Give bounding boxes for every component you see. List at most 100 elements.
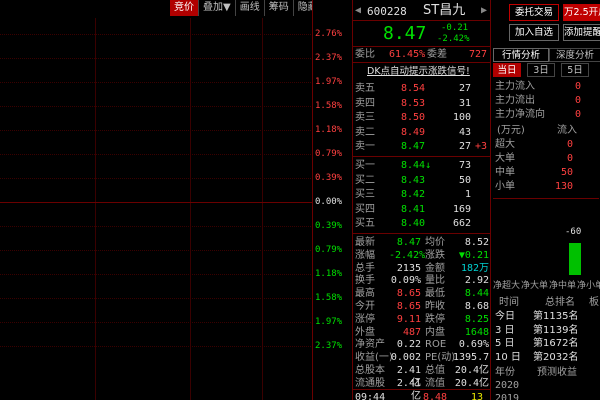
percent-axis: 2.76% 2.37% 1.97% 1.58% 1.18% 0.79% 0.39… <box>312 0 352 400</box>
flow-value: 0 <box>574 95 581 106</box>
stat-value: -2.42% <box>389 249 426 261</box>
subtab-3day[interactable]: 3日 <box>527 63 555 77</box>
toolbar-draw[interactable]: 画线 <box>236 0 265 16</box>
sell-price: 8.50 <box>401 112 426 123</box>
trade-button[interactable]: 委托交易 <box>509 4 559 21</box>
grid-midline <box>0 202 345 203</box>
forecast-year: 2020 <box>495 380 520 391</box>
sell-level-row[interactable]: 卖三 8.50 100 <box>353 111 491 124</box>
stat-label: 流通股 <box>355 377 385 389</box>
stat-value: 0.22 <box>396 339 421 351</box>
next-arrow-icon[interactable]: ▶ <box>481 4 487 17</box>
toolbar-overlay[interactable]: 叠加▼ <box>199 0 236 16</box>
rank-value: 第1139名 <box>533 324 579 336</box>
sell-price: 8.54 <box>401 83 426 94</box>
rank-time: 3 日 <box>495 324 515 336</box>
stat-label: 最新 <box>355 237 375 248</box>
stat-value: 8.52 <box>464 237 489 248</box>
intraday-chart[interactable] <box>0 0 345 400</box>
rank-header: 时间 <box>499 297 519 308</box>
add-watchlist-button[interactable]: 加入自选 <box>509 24 559 41</box>
price-change-pct: -2.42% <box>437 34 470 44</box>
sell-level-row[interactable]: 卖二 8.49 43 <box>353 126 491 139</box>
sell-level-row[interactable]: 卖四 8.53 31 <box>353 97 491 110</box>
wb-label: 委比 <box>355 49 375 60</box>
buy-label: 买一 <box>355 160 375 171</box>
bar-value-label: -60 <box>565 227 582 237</box>
bar-label: 净小单 <box>577 281 600 291</box>
stat-value: 8.47 <box>396 237 421 248</box>
divider <box>352 233 490 234</box>
buy-level-row[interactable]: 买四 8.41 169 <box>353 203 491 216</box>
stat-row: 换手 0.09% 量比 2.92 <box>353 274 491 287</box>
wc-label: 委差 <box>427 49 447 60</box>
buy-price: 8.40 <box>401 218 426 229</box>
sell-level-row[interactable]: 卖一 8.47 27 +3 <box>353 140 491 153</box>
rank-header-row: 时间 总排名 板 <box>493 296 599 309</box>
stat-row: 最新 8.47 均价 8.52 <box>353 236 491 249</box>
tab-market-analysis[interactable]: 行情分析 <box>493 48 549 62</box>
size-value: 50 <box>560 167 573 178</box>
buy-label: 买五 <box>355 218 375 229</box>
stat-label: 今开 <box>355 301 375 312</box>
stat-label: 涨停 <box>355 313 375 325</box>
stat-label: 最低 <box>425 288 445 300</box>
rank-time: 今日 <box>495 311 515 322</box>
add-alert-button[interactable]: 添加提醒 <box>563 24 600 41</box>
stat-value: 1395.7 <box>453 352 490 364</box>
buy-level-row[interactable]: 买二 8.43 50 <box>353 174 491 187</box>
pct-label: 0.00% <box>315 197 343 207</box>
divider <box>352 62 490 63</box>
stat-value: 2135 <box>396 262 421 274</box>
stat-row: 涨停 9.11 跌停 8.25 <box>353 313 491 326</box>
stat-label: 总值 <box>425 365 445 376</box>
toolbar-auction[interactable]: 竞价 <box>170 0 199 16</box>
sell-price: 8.53 <box>401 97 426 109</box>
rank-value: 第1135名 <box>533 311 579 322</box>
stat-label: 流值 <box>425 377 445 389</box>
open-account-button[interactable]: 万2.5开户 <box>563 4 600 21</box>
buy-level-row[interactable]: 买五 8.40 662 <box>353 217 491 230</box>
buy-volume: 73 <box>458 160 471 171</box>
subtab-5day[interactable]: 5日 <box>561 63 589 77</box>
grid-hline <box>0 298 345 299</box>
forecast-header-row: 年份 预测收益 <box>493 366 599 379</box>
sell-level-row[interactable]: 卖五 8.54 27 <box>353 82 491 95</box>
buy-volume: 1 <box>464 189 471 200</box>
stat-label: 内盘 <box>425 326 445 338</box>
grid-hline <box>0 130 345 131</box>
flow-label: 主力流出 <box>495 95 535 106</box>
stat-row: 今开 8.65 昨收 8.68 <box>353 300 491 313</box>
toolbar-chips[interactable]: 筹码 <box>265 0 294 16</box>
divider <box>352 156 490 157</box>
flow-row: 主力流出 0 <box>493 94 599 107</box>
prev-arrow-icon[interactable]: ◀ <box>355 4 361 17</box>
subtab-today[interactable]: 当日 <box>493 63 521 77</box>
stat-label: 净资产 <box>355 339 385 351</box>
grid-hline <box>0 106 345 107</box>
stat-label: ROE <box>425 339 447 351</box>
buy-level-row[interactable]: 买三 8.42 1 <box>353 188 491 201</box>
stat-label: 收益(一) <box>355 352 393 364</box>
signal-banner[interactable]: DK点自动提示涨跌信号! <box>353 65 491 78</box>
rank-header: 总排名 <box>545 297 575 308</box>
flow-value: 0 <box>574 81 581 92</box>
tab-depth-analysis[interactable]: 深度分析 <box>549 48 600 62</box>
stat-value: 0.002 <box>390 352 421 364</box>
tick-time: 09:44 <box>355 392 386 400</box>
stat-row: 总手 2135 金额 182万 <box>353 262 491 275</box>
grid-hline <box>0 226 345 227</box>
size-value: 0 <box>566 153 573 164</box>
grid-hline <box>0 34 345 35</box>
rank-row: 3 日 第1139名 <box>493 324 599 337</box>
divider <box>352 20 490 21</box>
buy-level-row[interactable]: 买一 8.44↓ 73 <box>353 159 491 172</box>
size-label: 中单 <box>495 167 515 178</box>
buy-price: 8.43 <box>401 174 426 186</box>
grid-hline <box>0 58 345 59</box>
stat-label: 外盘 <box>355 326 375 338</box>
signal-banner-text[interactable]: DK点自动提示涨跌信号! <box>367 65 470 78</box>
quote-panel: ◀ 600228 ST昌九 ▶ 8.47 -0.21 -2.42% 委比 61.… <box>352 0 490 400</box>
bar-labels-row: 净超大 净大单 净中单 净小单 <box>493 280 600 293</box>
forecast-header: 年份 <box>495 367 515 378</box>
